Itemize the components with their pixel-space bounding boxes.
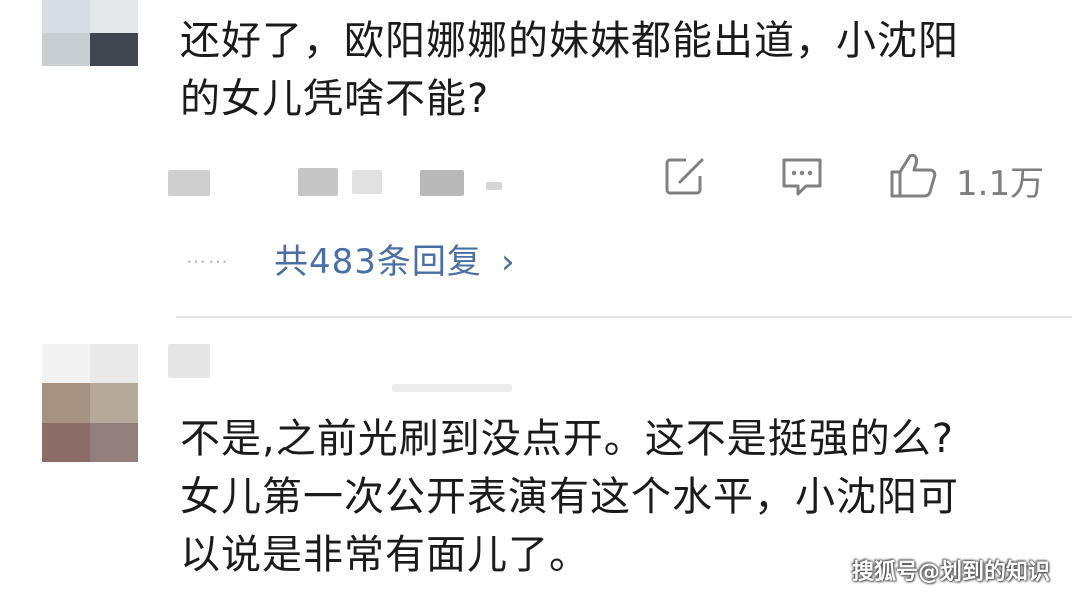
comment1-text: 还好了，欧阳娜娜的妹妹都能出道，小沈阳 的女儿凭啥不能?: [180, 12, 1060, 128]
comment1-meta-blur-5: [486, 182, 502, 190]
comment1-meta-blur-4: [420, 170, 464, 196]
comment-divider: [176, 316, 1072, 318]
edit-square-icon[interactable]: [664, 156, 708, 196]
comment1-avatar[interactable]: [42, 0, 138, 66]
thumbs-up-icon: [888, 152, 938, 200]
comment1-meta-blur-3: [352, 170, 382, 194]
comment1-meta-blur-1: [168, 170, 210, 196]
chevron-right-icon: ›: [501, 242, 516, 282]
replies-label: 共483条回复: [274, 242, 482, 282]
comment2-line2: 女儿第一次公开表演有这个水平，小沈阳可: [180, 474, 959, 520]
comment1-meta-blur-2: [298, 168, 338, 196]
comment-bubble-icon[interactable]: [780, 156, 824, 198]
like-button[interactable]: 1.1万: [888, 150, 1048, 204]
like-count: 1.1万: [956, 164, 1045, 204]
comment1-line1: 还好了，欧阳娜娜的妹妹都能出道，小沈阳: [180, 18, 959, 64]
comment2-meta-blur-1: [168, 344, 210, 378]
comment2-meta-blur-2: [392, 384, 512, 392]
replies-dots: ……: [186, 244, 230, 268]
comment2-avatar[interactable]: [42, 344, 138, 462]
watermark: 搜狐号@划到的知识: [852, 560, 1051, 585]
comment2-line1: 不是,之前光刷到没点开。这不是挺强的么?: [180, 416, 954, 462]
view-replies-link[interactable]: 共483条回复 ›: [274, 234, 516, 282]
comment1-line2: 的女儿凭啥不能?: [180, 76, 490, 122]
